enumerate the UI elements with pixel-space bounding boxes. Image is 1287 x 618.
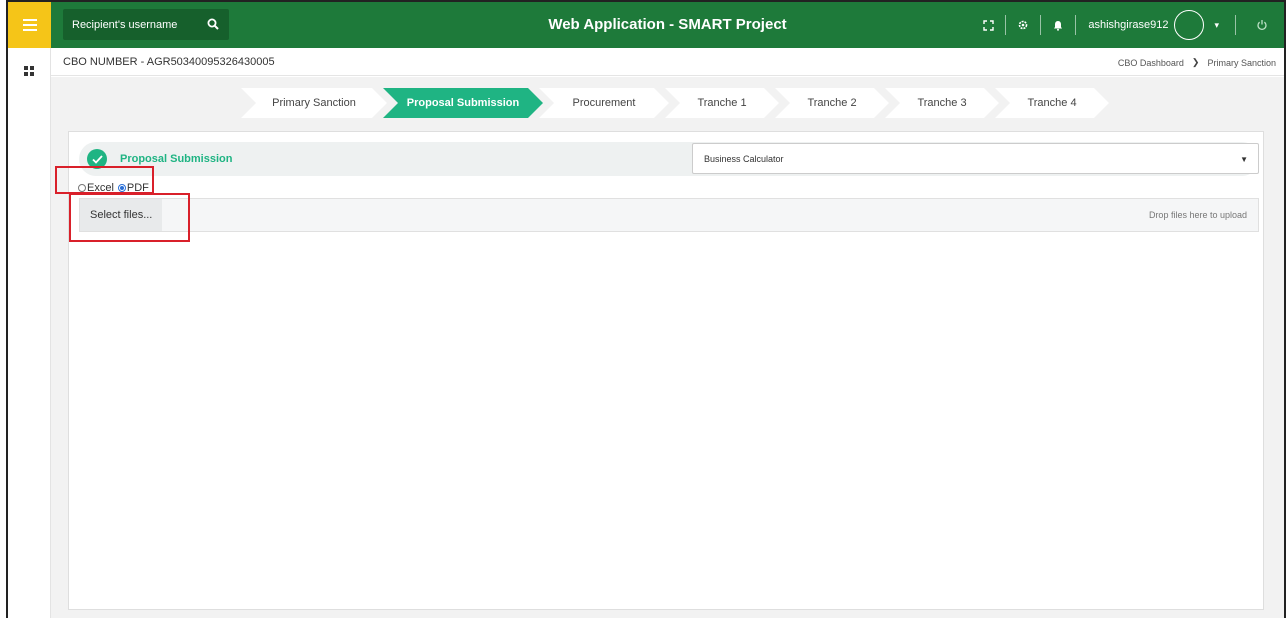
step-tranche-1[interactable]: Tranche 1	[665, 88, 779, 118]
radio-label-excel[interactable]: Excel	[87, 182, 114, 194]
step-procurement[interactable]: Procurement	[539, 88, 669, 118]
radio-label-pdf[interactable]: PDF	[127, 182, 149, 194]
left-rail	[8, 2, 51, 618]
breadcrumb-item-current: Primary Sanction	[1207, 57, 1276, 68]
search-input[interactable]: Recipient's username	[72, 19, 177, 31]
step-tranche-4[interactable]: Tranche 4	[995, 88, 1109, 118]
step-tranche-2[interactable]: Tranche 2	[775, 88, 889, 118]
calculator-select[interactable]: Business Calculator ▼	[692, 143, 1259, 174]
gear-icon[interactable]	[1010, 2, 1036, 48]
toolbar-divider	[1075, 15, 1077, 35]
main-content: Primary Sanction Proposal Submission Pro…	[51, 77, 1284, 618]
breadcrumb-item-dashboard[interactable]: CBO Dashboard	[1118, 58, 1184, 68]
top-toolbar: ashishgirase912 ▾	[975, 2, 1284, 48]
breadcrumb: CBO Dashboard ❯ Primary Sanction	[1118, 57, 1276, 68]
app-window: Recipient's username Web Application - S…	[6, 0, 1286, 618]
avatar[interactable]	[1174, 10, 1205, 40]
file-upload: Select files... Drop files here to uploa…	[79, 198, 1259, 232]
format-radio-group: Excel PDF	[78, 182, 153, 194]
search-icon[interactable]	[207, 18, 219, 30]
grid-icon[interactable]	[24, 66, 34, 76]
power-icon[interactable]	[1240, 2, 1284, 48]
chevron-right-icon: ❯	[1191, 57, 1200, 67]
hamburger-icon[interactable]	[8, 2, 51, 48]
username[interactable]: ashishgirase912	[1088, 19, 1168, 31]
step-primary-sanction[interactable]: Primary Sanction	[241, 88, 387, 118]
select-value: Business Calculator	[704, 154, 784, 164]
workflow-stepper: Primary Sanction Proposal Submission Pro…	[241, 88, 1105, 118]
fullscreen-icon[interactable]	[975, 2, 1001, 48]
chevron-down-icon[interactable]: ▾	[1214, 20, 1219, 31]
cbo-number: CBO NUMBER - AGR50340095326430005	[63, 56, 275, 68]
search-box[interactable]: Recipient's username	[63, 9, 229, 40]
chevron-down-icon[interactable]: ▼	[1240, 155, 1248, 164]
check-icon	[87, 149, 107, 169]
radio-excel[interactable]	[78, 184, 86, 192]
section-title: Proposal Submission	[120, 153, 233, 165]
content-panel: Proposal Submission Business Calculator …	[68, 131, 1264, 610]
toolbar-divider	[1005, 15, 1007, 35]
toolbar-divider	[1040, 15, 1042, 35]
top-bar: Recipient's username Web Application - S…	[51, 2, 1284, 48]
radio-pdf[interactable]	[117, 184, 126, 192]
toolbar-divider	[1235, 15, 1236, 35]
step-tranche-3[interactable]: Tranche 3	[885, 88, 999, 118]
bell-icon[interactable]	[1045, 2, 1071, 48]
step-proposal-submission[interactable]: Proposal Submission	[383, 88, 543, 118]
sub-header: CBO NUMBER - AGR50340095326430005 CBO Da…	[51, 48, 1284, 76]
select-files-button[interactable]: Select files...	[80, 199, 162, 231]
drop-zone-hint[interactable]: Drop files here to upload	[1149, 210, 1247, 220]
section-header[interactable]: Proposal Submission Business Calculator …	[79, 142, 1259, 176]
